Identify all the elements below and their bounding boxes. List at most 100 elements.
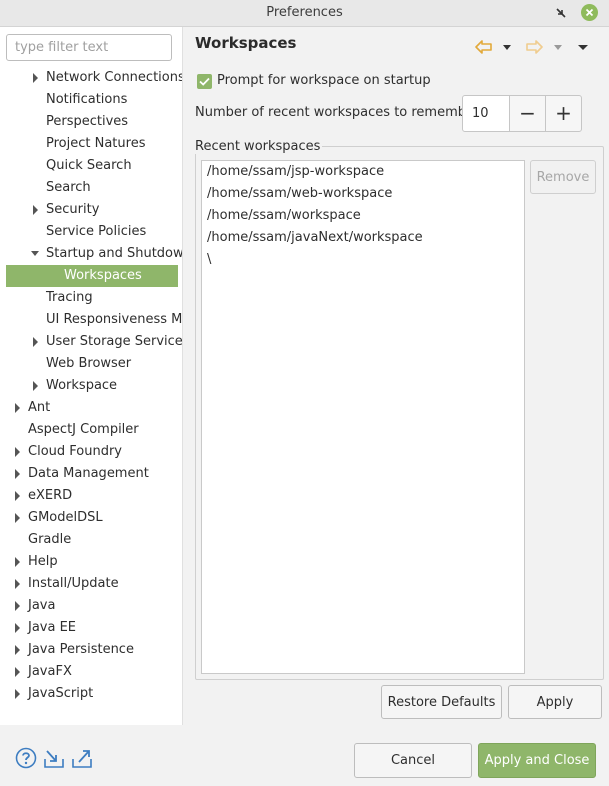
recent-count-label: Number of recent workspaces to remember: <box>195 105 484 120</box>
tree-item[interactable]: Java Persistence <box>0 639 182 661</box>
tree-item-label: Java Persistence <box>28 642 134 657</box>
recent-workspaces-list[interactable]: /home/ssam/jsp-workspace /home/ssam/web-… <box>201 160 525 674</box>
tree-item-label: Workspace <box>46 378 118 393</box>
remove-button[interactable]: Remove <box>530 160 596 194</box>
tree-item-label: Cloud Foundry <box>28 444 123 459</box>
forward-arrow-icon[interactable] <box>525 40 543 54</box>
window-title: Preferences <box>266 5 343 20</box>
expand-arrow-icon[interactable] <box>12 661 22 683</box>
tree-item[interactable]: Quick Search <box>0 155 182 177</box>
expand-arrow-icon[interactable] <box>12 551 22 573</box>
back-arrow-icon[interactable] <box>475 40 493 54</box>
expand-arrow-icon[interactable] <box>12 463 22 485</box>
apply-button[interactable]: Apply <box>508 685 602 719</box>
tree-item-label: Perspectives <box>46 114 129 129</box>
expand-arrow-icon[interactable] <box>12 485 22 507</box>
tree-item[interactable]: Web Browser <box>0 353 182 375</box>
tree-item-label: JavaFX <box>28 664 72 679</box>
list-item[interactable]: /home/ssam/web-workspace <box>207 183 392 205</box>
tree-item[interactable]: Help <box>0 551 182 573</box>
tree-item-label: Workspaces <box>64 268 142 283</box>
recent-count-input[interactable]: 10 <box>462 95 510 132</box>
prompt-workspace-label: Prompt for workspace on startup <box>217 73 431 88</box>
restore-defaults-button[interactable]: Restore Defaults <box>381 685 502 719</box>
tree-item-label: Java EE <box>28 620 77 635</box>
tree-item[interactable]: GModelDSL <box>0 507 182 529</box>
expand-arrow-icon[interactable] <box>12 397 22 419</box>
tree-item[interactable]: Search <box>0 177 182 199</box>
tree-item-label: Quick Search <box>46 158 132 173</box>
decrement-button[interactable]: − <box>509 95 546 132</box>
tree-item-label: Tracing <box>46 290 93 305</box>
tree-item-label: Notifications <box>46 92 128 107</box>
tree-item[interactable]: Service Policies <box>0 221 182 243</box>
recent-workspaces-label: Recent workspaces <box>195 139 323 154</box>
filter-input[interactable] <box>6 34 172 61</box>
prompt-workspace-checkbox[interactable] <box>197 74 212 89</box>
tree-item[interactable]: Tracing <box>0 287 182 309</box>
workspaces-page: Workspaces Prompt for workspace on start… <box>183 27 609 725</box>
tree-item[interactable]: Notifications <box>0 89 182 111</box>
tree-item-label: JavaScript <box>28 686 94 701</box>
tree-item[interactable]: eXERD <box>0 485 182 507</box>
tree-item[interactable]: Java <box>0 595 182 617</box>
dialog-button-bar: Cancel Apply and Close <box>0 725 609 786</box>
expand-arrow-icon[interactable] <box>12 683 22 705</box>
restore-window-icon[interactable] <box>553 5 569 21</box>
close-icon <box>585 8 594 17</box>
tree-item-label: GModelDSL <box>28 510 103 525</box>
expand-arrow-icon[interactable] <box>12 595 22 617</box>
expand-arrow-icon[interactable] <box>30 67 40 89</box>
import-icon[interactable] <box>43 747 65 769</box>
view-menu-icon[interactable] <box>577 40 589 54</box>
tree-item[interactable]: Data Management <box>0 463 182 485</box>
expand-arrow-icon[interactable] <box>30 199 40 221</box>
expand-arrow-icon[interactable] <box>30 375 40 397</box>
list-item[interactable]: /home/ssam/jsp-workspace <box>207 161 384 183</box>
tree-item-label: eXERD <box>28 488 73 503</box>
preferences-tree-pane: Link HandlersNetwork ConnectionsNotifica… <box>0 27 183 725</box>
list-item[interactable]: /home/ssam/workspace <box>207 205 361 227</box>
tree-item[interactable]: Startup and Shutdown <box>0 243 182 265</box>
tree-item-label: AspectJ Compiler <box>28 422 139 437</box>
expand-arrow-icon[interactable] <box>12 507 22 529</box>
tree-item[interactable]: UI Responsiveness Monitoring <box>0 309 182 331</box>
list-item[interactable]: /home/ssam/javaNext/workspace <box>207 227 423 249</box>
list-item[interactable]: \ <box>207 249 211 271</box>
tree-item-label: Project Natures <box>46 136 146 151</box>
increment-button[interactable]: + <box>545 95 582 132</box>
tree-item-label: Java <box>28 598 56 613</box>
tree-item[interactable]: AspectJ Compiler <box>0 419 182 441</box>
forward-history-dropdown-icon[interactable] <box>552 40 564 54</box>
expand-arrow-icon[interactable] <box>12 573 22 595</box>
tree-item[interactable]: Java EE <box>0 617 182 639</box>
expand-arrow-icon[interactable] <box>12 639 22 661</box>
tree-item[interactable]: User Storage Service <box>0 331 182 353</box>
expand-arrow-icon[interactable] <box>12 617 22 639</box>
apply-and-close-button[interactable]: Apply and Close <box>478 743 596 778</box>
tree-item[interactable]: Workspace <box>0 375 182 397</box>
checkmark-icon <box>199 77 210 86</box>
tree-item[interactable]: JavaFX <box>0 661 182 683</box>
tree-item[interactable]: Project Natures <box>0 133 182 155</box>
collapse-arrow-icon[interactable] <box>30 243 40 265</box>
tree-item-label: Data Management <box>28 466 149 481</box>
tree-item[interactable]: Perspectives <box>0 111 182 133</box>
expand-arrow-icon[interactable] <box>30 331 40 353</box>
help-icon[interactable] <box>15 747 37 769</box>
tree-item[interactable]: JavaScript <box>0 683 182 705</box>
tree-item[interactable]: Install/Update <box>0 573 182 595</box>
back-history-dropdown-icon[interactable] <box>501 40 513 54</box>
cancel-button[interactable]: Cancel <box>354 743 472 778</box>
tree-item[interactable]: Gradle <box>0 529 182 551</box>
tree-item[interactable]: Network Connections <box>0 67 182 89</box>
expand-arrow-icon[interactable] <box>12 441 22 463</box>
tree-item[interactable]: Ant <box>0 397 182 419</box>
close-window-button[interactable] <box>581 4 598 21</box>
tree-item-label: Help <box>28 554 58 569</box>
tree-item-label: Security <box>46 202 100 217</box>
export-icon[interactable] <box>71 747 93 769</box>
tree-item[interactable]: Workspaces <box>6 265 178 287</box>
tree-item[interactable]: Cloud Foundry <box>0 441 182 463</box>
tree-item[interactable]: Security <box>0 199 182 221</box>
